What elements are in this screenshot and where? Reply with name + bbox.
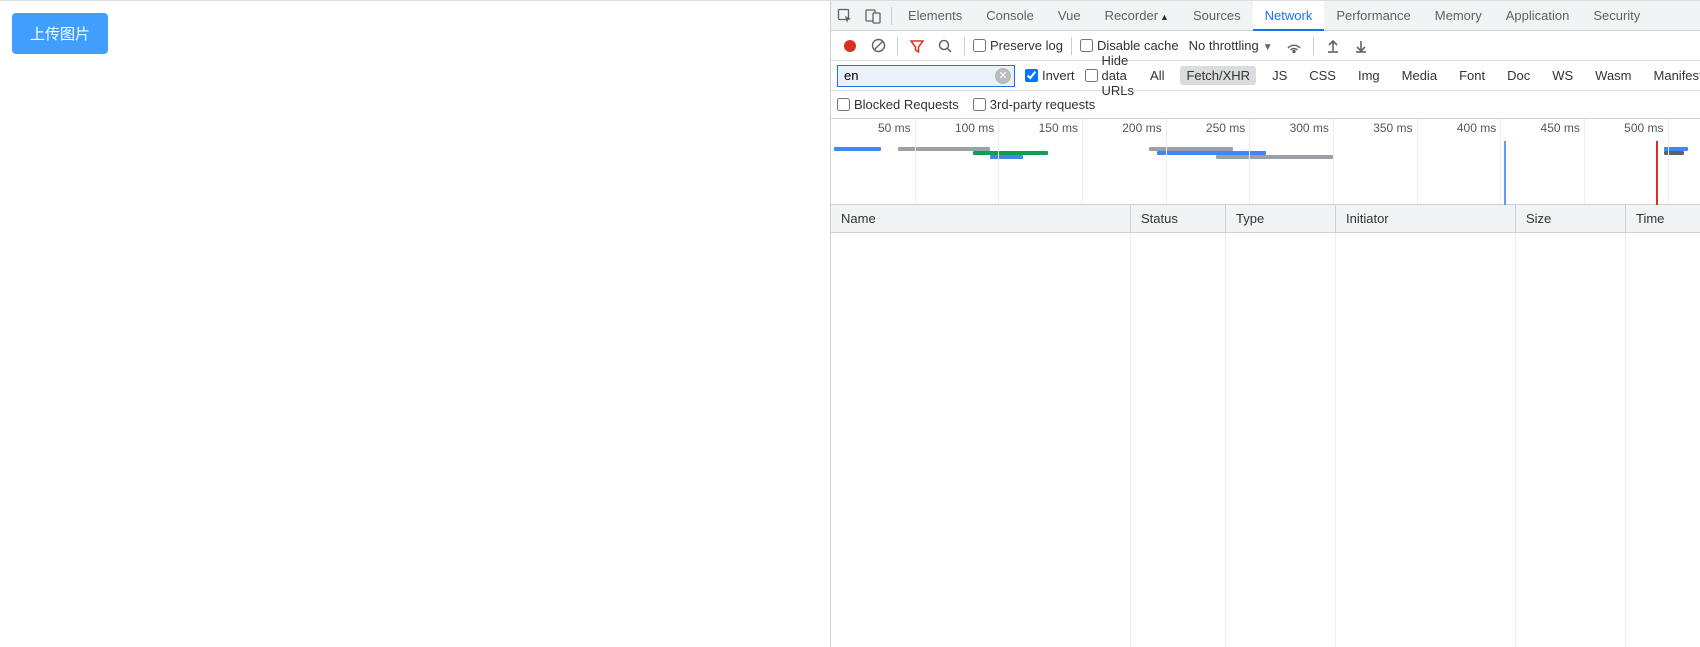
tab-console[interactable]: Console (974, 1, 1046, 31)
col-time[interactable]: Time (1626, 205, 1700, 232)
devtools-tabstrip: Elements Console Vue Recorder▲ Sources N… (831, 1, 1700, 31)
filter-input[interactable] (837, 65, 1015, 87)
tab-performance[interactable]: Performance (1324, 1, 1422, 31)
request-table-body (831, 233, 1700, 647)
device-toggle-icon[interactable] (859, 8, 887, 24)
disable-cache-checkbox[interactable]: Disable cache (1080, 38, 1179, 53)
download-har-icon[interactable] (1350, 35, 1372, 57)
col-initiator[interactable]: Initiator (1336, 205, 1516, 232)
separator (891, 7, 892, 25)
filter-type-font[interactable]: Font (1453, 66, 1491, 85)
filter-type-css[interactable]: CSS (1303, 66, 1342, 85)
filter-type-media[interactable]: Media (1396, 66, 1443, 85)
tab-security[interactable]: Security (1581, 1, 1652, 31)
network-filterbar: ✕ Invert Hide data URLs All Fetch/XHR JS… (831, 61, 1700, 91)
filter-type-wasm[interactable]: Wasm (1589, 66, 1637, 85)
preserve-log-checkbox[interactable]: Preserve log (973, 38, 1063, 53)
disable-cache-label: Disable cache (1097, 38, 1179, 53)
tab-recorder[interactable]: Recorder▲ (1093, 1, 1181, 31)
search-icon[interactable] (934, 35, 956, 57)
col-status[interactable]: Status (1131, 205, 1226, 232)
third-party-checkbox[interactable]: 3rd-party requests (973, 97, 1096, 112)
devtools-panel: Elements Console Vue Recorder▲ Sources N… (830, 1, 1700, 647)
invert-checkbox[interactable]: Invert (1025, 68, 1075, 83)
network-conditions-icon[interactable] (1283, 35, 1305, 57)
tab-recorder-label: Recorder (1105, 8, 1158, 23)
tab-network[interactable]: Network (1253, 1, 1325, 31)
upload-button[interactable]: 上传图片 (12, 13, 108, 54)
request-table-header: Name Status Type Initiator Size Time (831, 205, 1700, 233)
throttling-label: No throttling (1189, 38, 1259, 53)
tab-sources[interactable]: Sources (1181, 1, 1253, 31)
filter-type-js[interactable]: JS (1266, 66, 1293, 85)
network-toolbar: Preserve log Disable cache No throttling… (831, 31, 1700, 61)
network-timeline[interactable]: 50 ms100 ms150 ms200 ms250 ms300 ms350 m… (831, 119, 1700, 205)
blocked-requests-label: Blocked Requests (854, 97, 959, 112)
app-pane: 上传图片 (0, 1, 830, 647)
record-icon[interactable] (839, 35, 861, 57)
filter-type-all[interactable]: All (1144, 66, 1170, 85)
separator (897, 37, 898, 55)
upload-har-icon[interactable] (1322, 35, 1344, 57)
tab-vue[interactable]: Vue (1046, 1, 1093, 31)
inspect-element-icon[interactable] (831, 8, 859, 24)
tab-application[interactable]: Application (1494, 1, 1582, 31)
third-party-label: 3rd-party requests (990, 97, 1096, 112)
clear-filter-icon[interactable]: ✕ (995, 68, 1011, 84)
separator (1313, 37, 1314, 55)
tab-memory[interactable]: Memory (1423, 1, 1494, 31)
col-type[interactable]: Type (1226, 205, 1336, 232)
filter-type-manifest[interactable]: Manifest (1648, 66, 1700, 85)
separator (964, 37, 965, 55)
filter-type-img[interactable]: Img (1352, 66, 1386, 85)
filter-type-ws[interactable]: WS (1546, 66, 1579, 85)
invert-label: Invert (1042, 68, 1075, 83)
throttling-select[interactable]: No throttling▼ (1185, 38, 1277, 53)
filter-type-fetchxhr[interactable]: Fetch/XHR (1180, 66, 1256, 85)
col-name[interactable]: Name (831, 205, 1131, 232)
separator (1071, 37, 1072, 55)
col-size[interactable]: Size (1516, 205, 1626, 232)
clear-icon[interactable] (867, 35, 889, 57)
filter-type-doc[interactable]: Doc (1501, 66, 1536, 85)
network-filterbar-2: Blocked Requests 3rd-party requests (831, 91, 1700, 119)
blocked-requests-checkbox[interactable]: Blocked Requests (837, 97, 959, 112)
filter-icon[interactable] (906, 35, 928, 57)
preserve-log-label: Preserve log (990, 38, 1063, 53)
tab-elements[interactable]: Elements (896, 1, 974, 31)
